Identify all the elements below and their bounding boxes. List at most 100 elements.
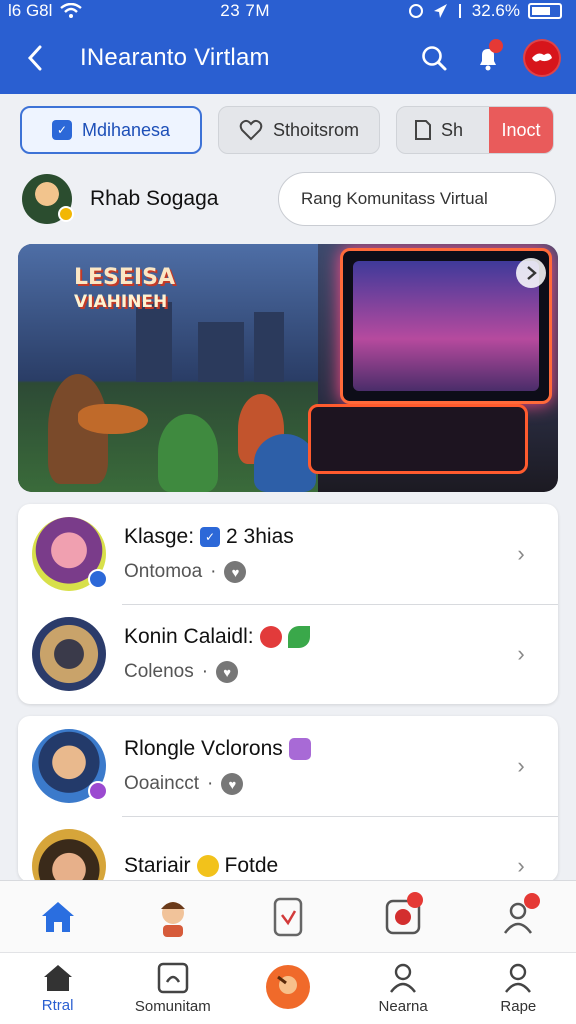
user-row: Rhab Sogaga Rang Komunitass Virtual — [22, 172, 556, 226]
banner-building — [254, 312, 284, 382]
list-item-title: Rlongle Vclorons — [124, 737, 283, 760]
quick-scan-button[interactable] — [238, 897, 338, 937]
tab-account[interactable]: Rape — [468, 962, 568, 1015]
app-header: INearanto Virtlam — [0, 22, 576, 94]
chip-c-count: Sh — [440, 119, 464, 140]
page-title: INearanto Virtlam — [80, 44, 270, 71]
user-avatar[interactable] — [22, 174, 74, 224]
list-item-avatar — [32, 617, 106, 691]
leaf-icon — [287, 626, 310, 648]
banner-audience-member — [158, 414, 218, 492]
sync-icon — [408, 4, 423, 18]
check-icon: ✓ — [200, 527, 221, 547]
community-list-card: Klasge: ✓ 2 3hias Ontomoa · ♥ › Konin Ca… — [18, 504, 558, 704]
banner-game-screen — [353, 261, 539, 391]
list-item-subtitle: Colenos — [124, 661, 194, 682]
list-item[interactable]: Klasge: ✓ 2 3hias Ontomoa · ♥ › — [18, 504, 558, 604]
separator-dot: · — [210, 561, 217, 582]
tab-home[interactable]: Rtral — [8, 963, 108, 1014]
signal-icon — [458, 4, 461, 18]
list-item-avatar — [32, 729, 108, 803]
record-badge — [407, 891, 424, 908]
quick-avatar-button[interactable] — [123, 895, 223, 939]
filter-chips: ✓ Mdihanesa Sthoitsrom Sh Inoct — [20, 106, 556, 154]
banner-building — [198, 322, 244, 382]
create-icon — [265, 964, 310, 1009]
bottom-tab-bar: Rtral Somunitam Nearna Rape — [0, 952, 576, 1024]
member-badge — [88, 781, 108, 801]
tab-community[interactable]: Somunitam — [123, 962, 223, 1015]
back-button[interactable] — [20, 43, 50, 73]
tab-nearby[interactable]: Nearna — [353, 962, 453, 1015]
chevron-right-icon: › — [517, 541, 525, 566]
carrier-text: l6 G8l — [8, 1, 53, 20]
home-icon — [43, 965, 72, 991]
banner-audience-member — [254, 434, 316, 492]
list-item[interactable]: Rlongle Vclorons Ooaincct · ♥ › — [18, 716, 558, 816]
like-icon[interactable]: ♥ — [224, 561, 247, 583]
quick-home-button[interactable] — [8, 898, 108, 936]
verified-badge — [58, 206, 74, 222]
battery-text: 32.6% — [471, 1, 520, 20]
chip-c-action-button[interactable]: Inoct — [489, 107, 553, 153]
banner-next-button[interactable] — [516, 258, 546, 288]
notifications-button[interactable] — [468, 38, 508, 78]
chevron-left-icon — [27, 45, 42, 71]
wifi-icon — [60, 3, 83, 18]
chip-filter-a[interactable]: ✓ Mdihanesa — [20, 106, 202, 154]
banner-guitar — [78, 404, 148, 434]
verified-badge — [88, 569, 108, 589]
list-item-avatar — [32, 829, 106, 882]
list-item-title-extra: Fotde — [224, 854, 279, 877]
profile-avatar — [523, 39, 561, 77]
home-icon — [41, 901, 74, 932]
quick-record-button[interactable] — [353, 891, 453, 936]
community-search-input[interactable]: Rang Komunitass Virtual — [278, 172, 556, 226]
account-icon — [505, 963, 532, 993]
status-bar: l6 G8l 23 7M 32.6% — [0, 0, 576, 22]
like-icon[interactable]: ♥ — [221, 773, 244, 795]
profile-icon — [390, 963, 417, 993]
search-icon — [422, 46, 447, 71]
chip-filter-b[interactable]: Sthoitsrom — [218, 106, 380, 154]
quick-actions-bar — [0, 880, 576, 952]
search-button[interactable] — [414, 38, 454, 78]
document-icon — [414, 120, 431, 140]
battery-icon — [528, 3, 562, 19]
banner-headline-line2: VIAHINEH — [74, 292, 168, 312]
banner-keyboard — [308, 404, 528, 474]
chip-filter-c: Sh Inoct — [396, 106, 554, 154]
community-search-placeholder: Rang Komunitass Virtual — [301, 189, 488, 208]
flower-icon — [259, 626, 282, 648]
list-item[interactable]: Stariair Fotde › — [18, 816, 558, 882]
banner-headline: LESEISA VIAHINEH — [74, 266, 244, 322]
list-item-avatar — [32, 517, 108, 591]
character-icon — [160, 901, 185, 937]
chip-a-label: Mdihanesa — [81, 119, 171, 140]
chevron-right-icon: › — [517, 641, 525, 666]
location-icon — [433, 4, 447, 18]
tab-create[interactable] — [238, 963, 338, 1015]
featured-banner[interactable]: LESEISA VIAHINEH — [18, 244, 558, 492]
chip-c-count-button[interactable]: Sh — [397, 119, 479, 141]
notification-badge — [489, 39, 503, 53]
tab-account-label: Rape — [500, 998, 537, 1015]
top-bar: l6 G8l 23 7M 32.6% INearanto Virtlam — [0, 0, 576, 94]
user-badge — [524, 892, 541, 909]
star-icon — [196, 855, 219, 877]
smile-icon — [288, 738, 311, 760]
community-icon — [157, 962, 189, 994]
community-list-card: Rlongle Vclorons Ooaincct · ♥ › Stariair… — [18, 716, 558, 882]
tab-community-label: Somunitam — [134, 998, 211, 1015]
user-name: Rhab Sogaga — [90, 187, 219, 210]
separator-dot: · — [201, 661, 209, 682]
quick-user-button[interactable] — [468, 892, 568, 935]
list-item-subtitle: Ooaincct — [124, 773, 199, 794]
profile-menu-button[interactable] — [522, 38, 562, 78]
clock: 23 7M — [220, 1, 270, 20]
list-item[interactable]: Konin Calaidl: Colenos · ♥ › — [18, 604, 558, 704]
chip-c-action-label: Inoct — [501, 119, 541, 140]
like-icon[interactable]: ♥ — [216, 661, 239, 683]
heart-icon — [239, 119, 263, 141]
separator-dot: · — [206, 773, 214, 794]
